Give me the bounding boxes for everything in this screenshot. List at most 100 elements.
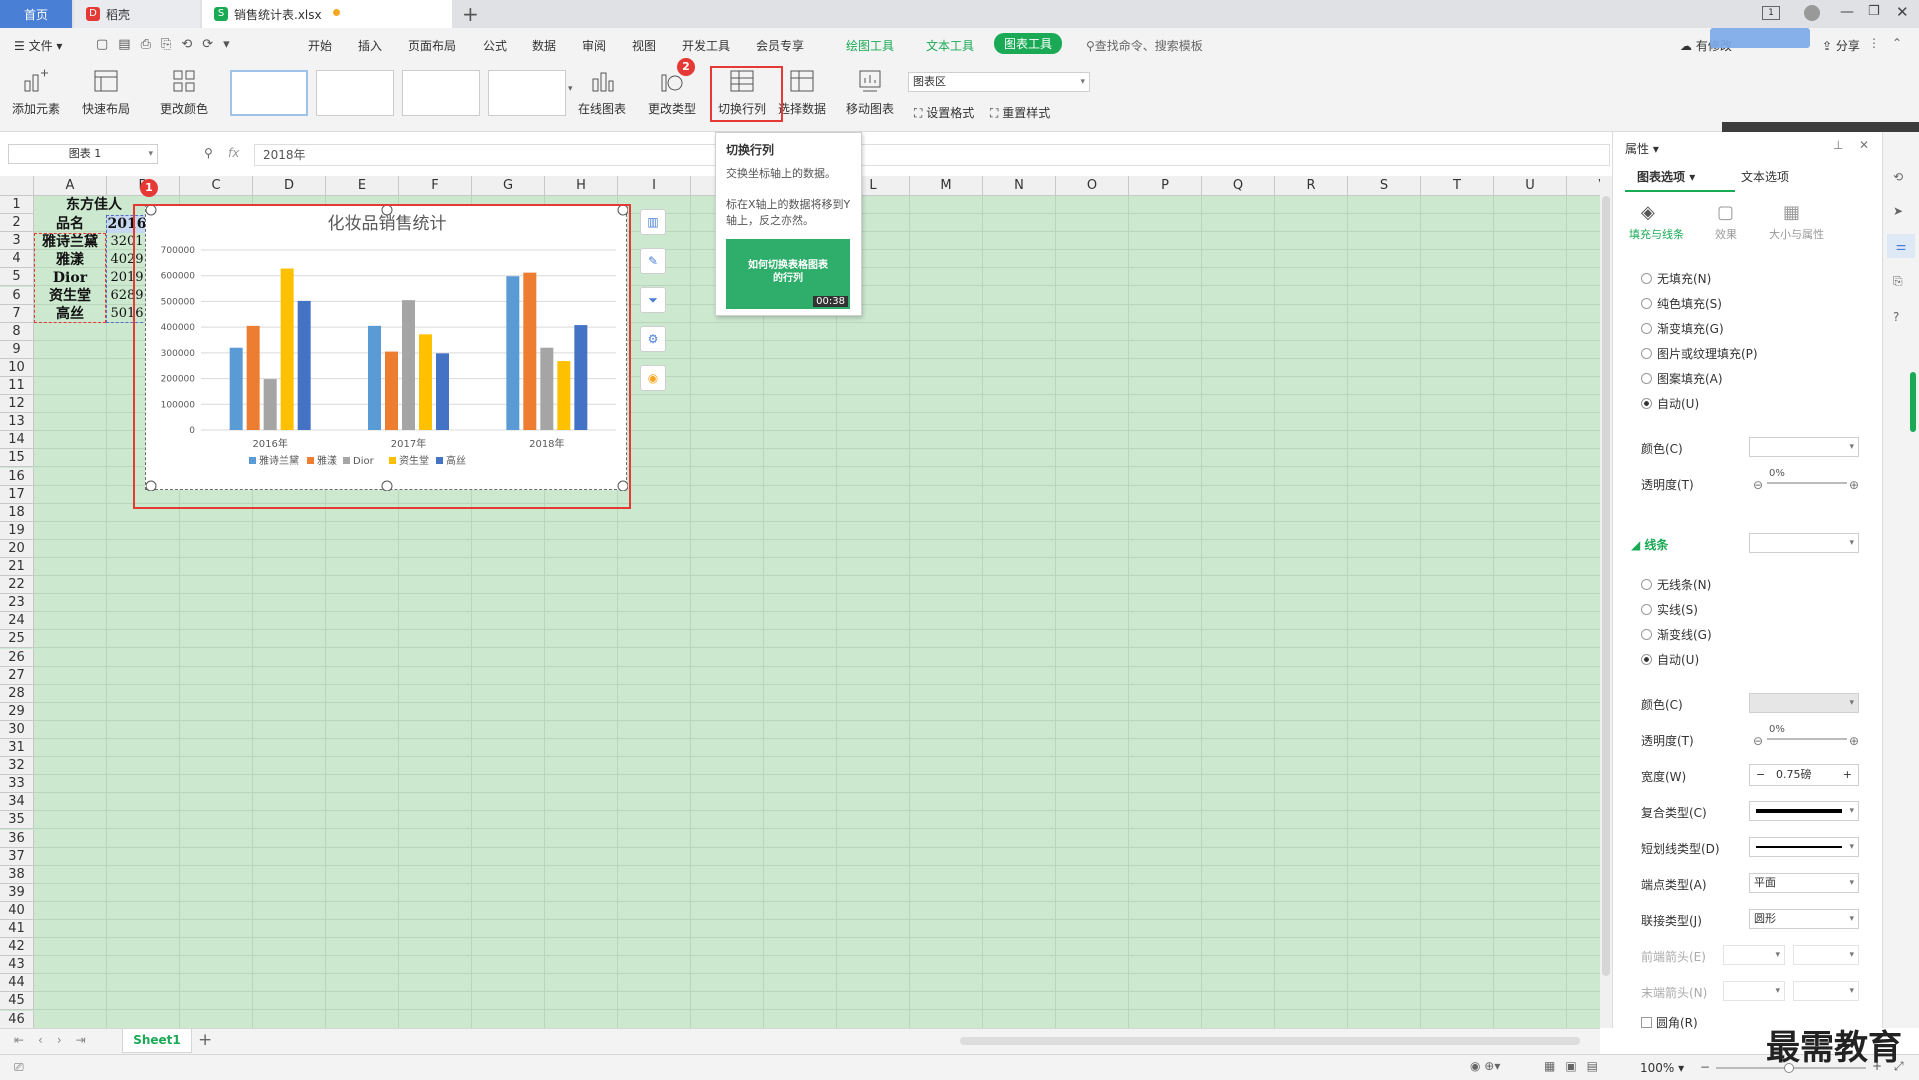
sheet-tab-sheet1[interactable]: Sheet1 (122, 1029, 192, 1053)
column-header-A[interactable]: A (34, 176, 107, 196)
row-header-21[interactable]: 21 (0, 558, 34, 576)
fx-icon[interactable]: fx (228, 146, 239, 160)
line-transparency-slider[interactable] (1767, 738, 1847, 740)
macro-icon[interactable]: ⎚ (14, 1060, 24, 1075)
line-section-header[interactable]: ◢ 线条 (1631, 536, 1668, 553)
row-header-5[interactable]: 5 (0, 268, 34, 287)
row-header-25[interactable]: 25 (0, 630, 34, 649)
row-header-10[interactable]: 10 (0, 358, 34, 377)
fill-option-none[interactable]: 无填充(N) (1641, 270, 1711, 287)
panel-close-icon[interactable]: ✕ (1859, 138, 1869, 152)
line-width-plus-icon[interactable]: + (1843, 765, 1852, 785)
more-icon[interactable]: ⋮ (1868, 36, 1880, 50)
row-header-36[interactable]: 36 (0, 829, 34, 848)
change-color-button[interactable]: 更改颜色 (160, 68, 208, 117)
row-header-22[interactable]: 22 (0, 576, 34, 595)
column-header-H[interactable]: H (545, 176, 618, 196)
column-header-E[interactable]: E (326, 176, 399, 196)
style-more-icon[interactable]: ▾ (568, 84, 573, 94)
column-header-Q[interactable]: Q (1202, 176, 1275, 196)
subtab-effect[interactable]: 效果 (1715, 226, 1737, 242)
undo-icon[interactable]: ⟲ (1893, 170, 1903, 184)
menu-data[interactable]: 数据 (532, 37, 556, 54)
chart-style-1[interactable] (230, 70, 308, 116)
sheet-nav-icons[interactable]: ⇤‹›⇥ (14, 1033, 100, 1047)
row-header-39[interactable]: 39 (0, 883, 34, 902)
row-header-44[interactable]: 44 (0, 974, 34, 993)
horizontal-scrollbar[interactable] (960, 1037, 1580, 1045)
row-header-33[interactable]: 33 (0, 775, 34, 794)
select-all-corner[interactable] (0, 176, 34, 196)
line-option-gradient[interactable]: 渐变线(G) (1641, 626, 1712, 643)
zoom-formula-icon[interactable]: ⚲ (204, 146, 213, 160)
row-header-19[interactable]: 19 (0, 521, 34, 540)
formula-input[interactable]: 2018年 (254, 144, 1610, 166)
fill-option-solid[interactable]: 纯色填充(S) (1641, 295, 1722, 312)
menu-insert[interactable]: 插入 (358, 37, 382, 54)
reset-style-button[interactable]: ⛶ 重置样式 (990, 104, 1050, 121)
quick-layout-button[interactable]: 快速布局 (82, 68, 130, 117)
row-header-29[interactable]: 29 (0, 702, 34, 721)
column-header-T[interactable]: T (1421, 176, 1494, 196)
chart-style-button[interactable]: ✎ (640, 248, 666, 274)
fill-transparency-minus-icon[interactable]: ⊖ (1753, 478, 1763, 492)
row-header-31[interactable]: 31 (0, 739, 34, 757)
column-header-C[interactable]: C (180, 176, 253, 196)
menu-drawing-tools[interactable]: 绘图工具 (846, 37, 894, 54)
row-header-18[interactable]: 18 (0, 503, 34, 522)
begin-arrow-size-select[interactable] (1793, 945, 1859, 965)
row-header-9[interactable]: 9 (0, 340, 34, 359)
row-header-11[interactable]: 11 (0, 377, 34, 395)
collapse-ribbon-icon[interactable]: ⌃ (1892, 36, 1902, 50)
chart-style-4[interactable] (488, 70, 566, 116)
cap-type-select[interactable]: 平面 (1749, 873, 1859, 893)
column-header-R[interactable]: R (1275, 176, 1348, 196)
properties-icon[interactable]: ⚌ (1887, 234, 1915, 258)
row-header-27[interactable]: 27 (0, 666, 34, 685)
restore-icon[interactable]: ❐ (1868, 4, 1880, 19)
window-count-icon[interactable]: 1 (1762, 6, 1780, 20)
menu-review[interactable]: 审阅 (582, 37, 606, 54)
column-header-F[interactable]: F (399, 176, 472, 196)
column-header-O[interactable]: O (1056, 176, 1129, 196)
row-header-3[interactable]: 3 (0, 232, 34, 251)
row-header-41[interactable]: 41 (0, 920, 34, 938)
chart-style-2[interactable] (316, 70, 394, 116)
chart-settings-button[interactable]: ⚙ (640, 326, 666, 352)
row-header-20[interactable]: 20 (0, 539, 34, 558)
row-header-17[interactable]: 17 (0, 485, 34, 504)
move-chart-button[interactable]: 移动图表 (846, 68, 894, 117)
menu-formula[interactable]: 公式 (483, 37, 507, 54)
row-header-12[interactable]: 12 (0, 395, 34, 414)
end-arrow-type-select[interactable] (1723, 981, 1785, 1001)
line-option-solid[interactable]: 实线(S) (1641, 601, 1698, 618)
row-header-14[interactable]: 14 (0, 431, 34, 450)
online-chart-button[interactable]: 在线图表 (578, 68, 626, 117)
menu-start[interactable]: 开始 (308, 37, 332, 54)
column-header-V[interactable]: V (1567, 176, 1600, 196)
row-header-37[interactable]: 37 (0, 847, 34, 866)
row-header-45[interactable]: 45 (0, 992, 34, 1011)
chart-filter-button[interactable]: ⏷ (640, 287, 666, 313)
file-menu[interactable]: ☰ 文件 ▾ (14, 37, 62, 54)
fill-line-icon[interactable]: ◈ (1641, 202, 1655, 223)
line-option-auto[interactable]: 自动(U) (1641, 651, 1699, 668)
line-color-select[interactable] (1749, 693, 1859, 713)
column-header-M[interactable]: M (910, 176, 983, 196)
help-icon[interactable]: ? (1893, 310, 1899, 324)
column-header-I[interactable]: I (618, 176, 691, 196)
menu-text-tools[interactable]: 文本工具 (926, 37, 974, 54)
column-header-S[interactable]: S (1348, 176, 1421, 196)
new-tab-icon[interactable]: + (462, 2, 479, 26)
tab-text-options[interactable]: 文本选项 (1741, 168, 1789, 185)
row-header-32[interactable]: 32 (0, 757, 34, 776)
select-data-button[interactable]: 选择数据 (778, 68, 826, 117)
share-button[interactable]: ⇪ 分享 (1822, 37, 1860, 54)
row-header-43[interactable]: 43 (0, 956, 34, 975)
row-header-34[interactable]: 34 (0, 793, 34, 812)
fill-option-auto[interactable]: 自动(U) (1641, 395, 1699, 412)
cell-header-name[interactable]: 品名 (34, 215, 106, 233)
row-header-46[interactable]: 46 (0, 1010, 34, 1028)
view-mode-icons[interactable]: ▦▣▤ (1544, 1059, 1608, 1073)
set-format-button[interactable]: ⛶ 设置格式 (914, 104, 974, 121)
